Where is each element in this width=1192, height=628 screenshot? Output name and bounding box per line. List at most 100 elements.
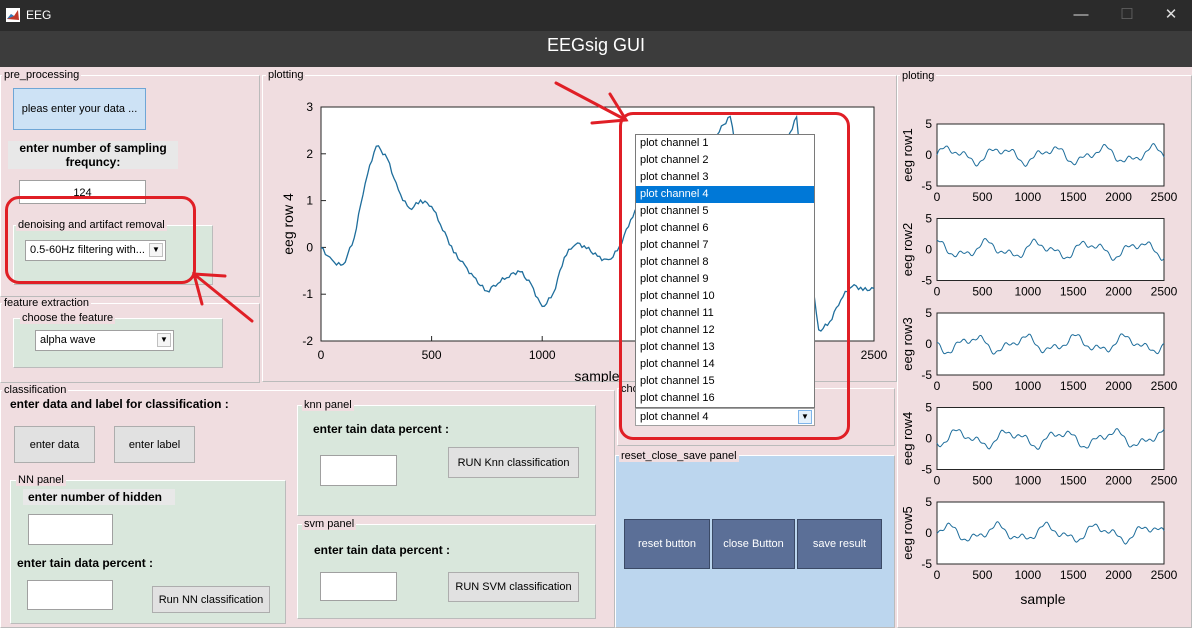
row-x-tick-label: 0 [934,285,941,299]
row-x-tick-label: 2000 [1105,379,1132,393]
main-plot-xlabel: sample [574,368,619,382]
row-y-tick-label: 0 [925,243,932,257]
x-tick-label: 0 [318,348,325,362]
row-x-tick-label: 2000 [1105,285,1132,299]
row-plots: sample 50-50 500 1000 1500 2000 2500eeg row15… [900,117,1178,607]
classify-enter-data-button[interactable]: enter data [14,426,95,463]
annotation-arrows [192,81,629,323]
row-x-tick-label: 2000 [1105,474,1132,488]
row-y-tick-label: -5 [921,274,932,288]
pre-processing-label: pre_processing [2,69,82,81]
classification-label: classification [2,384,69,396]
row-ylabel: eeg row3 [900,317,915,370]
row-y-tick-label: 5 [925,495,932,509]
close-window-button[interactable]: ✕ [1148,0,1192,31]
row-x-tick-label: 0 [934,568,941,582]
row-x-tick-label: 1000 [1014,285,1041,299]
row-y-tick-label: 0 [925,148,932,162]
row-y-tick-label: -5 [921,557,932,571]
row-x-tick-label: 1500 [1060,474,1087,488]
x-tick-label: 500 [422,348,442,362]
row-y-tick-label: 5 [925,212,932,226]
minimize-button[interactable]: — [1058,0,1104,31]
sampling-label: enter number of sampling frequncy: [8,141,178,169]
knn-train-label: enter tain data percent : [313,422,450,436]
window-title: EEG [26,8,52,22]
run-knn-button[interactable]: RUN Knn classification [448,447,579,478]
row-y-tick-label: 5 [925,117,932,131]
row-y-tick-label: 5 [925,306,932,320]
run-svm-button[interactable]: RUN SVM classification [448,572,579,602]
row-plot-axes [936,218,1165,281]
row-ylabel: eeg row1 [900,128,915,181]
row-plot: 50-50 500 1000 1500 2000 2500eeg row1 [900,117,1178,204]
maximize-button[interactable]: ☐ [1104,0,1150,31]
row-plot: 50-50 500 1000 1500 2000 2500eeg row4 [900,401,1178,488]
row-ylabel: eeg row2 [900,223,915,276]
row-x-tick-label: 500 [972,474,992,488]
close-button[interactable]: close Button [712,519,795,569]
row-x-tick-label: 2000 [1105,190,1132,204]
row-plot-axes [936,501,1165,565]
row-ylabel: eeg row5 [900,506,915,559]
feature-select[interactable]: alpha wave ▼ [35,330,174,351]
row-x-tick-label: 1500 [1060,190,1087,204]
feature-select-value: alpha wave [40,334,96,346]
nn-train-input[interactable] [27,580,113,610]
right-plotting-label: ploting [900,70,937,82]
row-x-tick-label: 2500 [1151,190,1178,204]
row-plot: 50-50 500 1000 1500 2000 2500eeg row2 [900,212,1178,299]
knn-train-input[interactable] [320,455,397,486]
gui-title: EEGsig GUI [0,31,1192,67]
row-y-tick-label: 5 [925,401,932,415]
knn-panel-label: knn panel [302,399,354,411]
nn-hidden-input[interactable] [28,514,113,545]
row-y-tick-label: 0 [925,337,932,351]
row-plot-axes [936,312,1165,376]
row-x-tick-label: 2000 [1105,568,1132,582]
row-x-tick-label: 1000 [1014,190,1041,204]
row-y-tick-label: -5 [921,368,932,382]
row-x-tick-label: 500 [972,379,992,393]
row-plot-axes [936,407,1165,470]
row-x-tick-label: 1000 [1014,474,1041,488]
row-x-tick-label: 1000 [1014,379,1041,393]
row-y-tick-label: -5 [921,463,932,477]
row-x-tick-label: 2500 [1151,285,1178,299]
window-titlebar: EEG — ☐ ✕ [0,0,1192,31]
row-x-tick-label: 2500 [1151,568,1178,582]
run-nn-button[interactable]: Run NN classification [152,586,270,613]
row-plot: 50-50 500 1000 1500 2000 2500eeg row3 [900,306,1178,393]
row-ylabel: eeg row4 [900,412,915,465]
classify-enter-label-button[interactable]: enter label [114,426,195,463]
row-x-tick-label: 500 [972,568,992,582]
nn-hidden-label: enter number of hidden [23,489,175,505]
row-x-tick-label: 2500 [1151,474,1178,488]
svm-train-label: enter tain data percent : [314,543,451,557]
row-y-tick-label: -5 [921,179,932,193]
x-tick-label: 2500 [861,348,888,362]
row-y-tick-label: 0 [925,526,932,540]
row-plot: 50-50 500 1000 1500 2000 2500eeg row5 [900,495,1178,582]
row-x-tick-label: 0 [934,379,941,393]
row-y-tick-label: 0 [925,432,932,446]
x-tick-label: 1000 [529,348,556,362]
choose-feature-label: choose the feature [20,312,116,324]
row-x-tick-label: 0 [934,474,941,488]
svm-panel-label: svm panel [302,518,357,530]
row-plot-axes [936,123,1165,187]
row-x-tick-label: 0 [934,190,941,204]
reset-button[interactable]: reset button [624,519,710,569]
right-plot-xlabel: sample [1020,591,1065,607]
annotation-box-denoise [5,196,196,284]
svm-train-input[interactable] [320,572,397,601]
save-result-button[interactable]: save result [797,519,882,569]
enter-data-button[interactable]: pleas enter your data ... [13,88,146,130]
y-tick-label: -2 [302,334,313,348]
row-x-tick-label: 1000 [1014,568,1041,582]
chevron-down-icon: ▼ [157,333,171,347]
row-x-tick-label: 2500 [1151,379,1178,393]
row-x-tick-label: 1500 [1060,285,1087,299]
feature-extraction-label: feature extraction [2,297,91,309]
classification-heading: enter data and label for classification … [10,397,229,411]
